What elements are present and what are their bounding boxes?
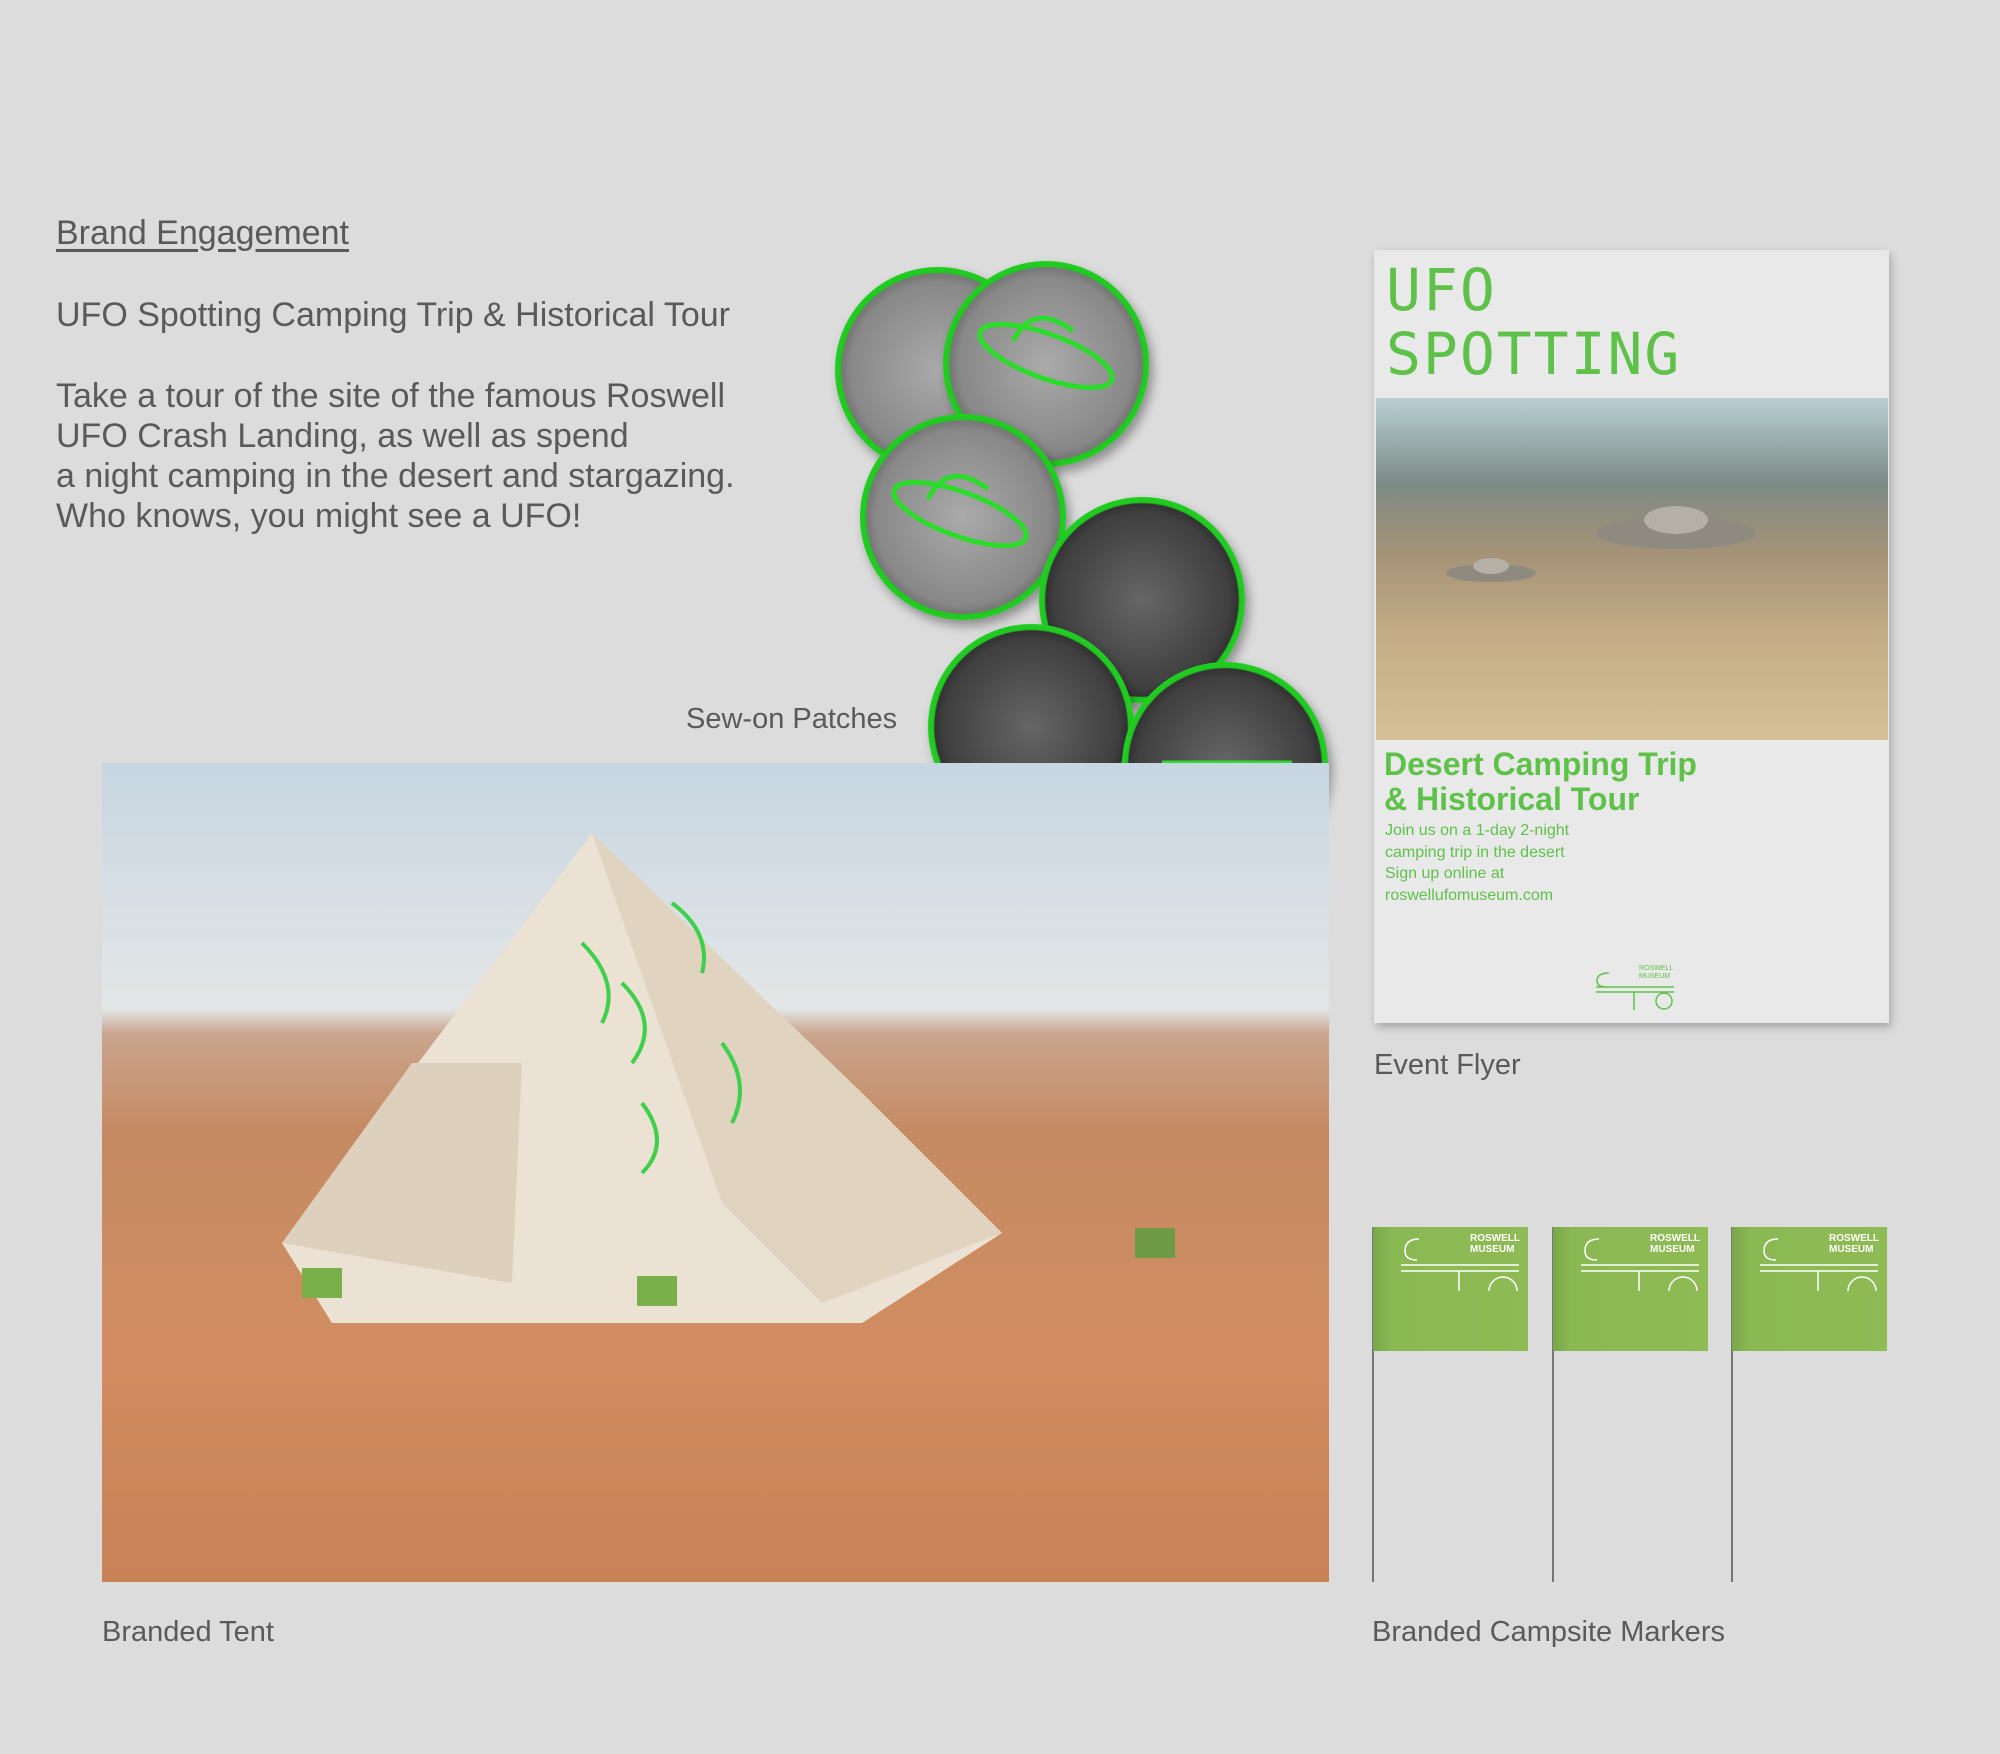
ufo-saucer-illustration xyxy=(1446,506,1756,582)
event-subtitle: UFO Spotting Camping Trip & Historical T… xyxy=(56,296,730,334)
tent-illustration xyxy=(282,833,1175,1323)
flyer-title: UFO SPOTTING xyxy=(1386,258,1681,386)
branded-tent-photo xyxy=(102,763,1329,1582)
logo-text-line: MUSEUM xyxy=(1470,1244,1515,1255)
tent-marker-flag xyxy=(1135,1228,1175,1258)
logo-text-line: ROSWELL xyxy=(1639,965,1674,972)
logo-text-line: MUSEUM xyxy=(1829,1244,1874,1255)
logo-text-line: MUSEUM xyxy=(1650,1244,1695,1255)
flyer-title-line: UFO xyxy=(1386,256,1497,324)
tent-marker-flag xyxy=(637,1276,677,1306)
flyer-headline: Desert Camping Trip & Historical Tour xyxy=(1384,747,1697,817)
description-line: a night camping in the desert and starga… xyxy=(56,457,735,495)
tent-marker-flag xyxy=(302,1268,342,1298)
flyer-url: roswellufomuseum.com xyxy=(1385,886,1554,904)
flyer-title-line: SPOTTING xyxy=(1386,320,1682,388)
flyer-headline-line: & Historical Tour xyxy=(1384,781,1640,817)
section-heading: Brand Engagement xyxy=(56,214,349,252)
tent-caption: Branded Tent xyxy=(102,1616,274,1648)
description-line: Who knows, you might see a UFO! xyxy=(56,497,582,535)
event-flyer: UFO SPOTTING Desert Camping Trip & Histo… xyxy=(1374,250,1889,1023)
logo-text-line: ROSWELL xyxy=(1470,1233,1520,1244)
flyer-headline-line: Desert Camping Trip xyxy=(1384,746,1697,782)
marker-logo-text: ROSWELL MUSEUM xyxy=(1650,1233,1700,1255)
marker-logo-text: ROSWELL MUSEUM xyxy=(1470,1233,1520,1255)
flyer-ufo-photo xyxy=(1376,398,1888,740)
ufo-icon xyxy=(891,473,1029,549)
flyer-body-line: Join us on a 1-day 2-night xyxy=(1385,822,1570,839)
campsite-marker-flag: ROSWELL MUSEUM xyxy=(1373,1227,1528,1351)
flyer-body-line: Sign up online at xyxy=(1385,865,1505,882)
logo-text-line: ROSWELL xyxy=(1650,1233,1700,1244)
logo-text: ROSWELL MUSEUM xyxy=(1639,965,1673,981)
description-line: UFO Crash Landing, as well as spend xyxy=(56,417,629,455)
roswell-museum-logo: ROSWELL MUSEUM xyxy=(1594,965,1674,1015)
description-line: Take a tour of the site of the famous Ro… xyxy=(56,377,726,415)
markers-caption: Branded Campsite Markers xyxy=(1372,1616,1725,1648)
event-description: Take a tour of the site of the famous Ro… xyxy=(56,376,816,536)
logo-text-line: MUSEUM xyxy=(1639,973,1671,980)
patches-caption: Sew-on Patches xyxy=(686,703,898,735)
flyer-body-line: camping trip in the desert xyxy=(1385,843,1565,861)
marker-logo-text: ROSWELL MUSEUM xyxy=(1829,1233,1879,1255)
flyer-body: Join us on a 1-day 2-night camping trip … xyxy=(1385,820,1569,906)
logo-text-line: ROSWELL xyxy=(1829,1233,1879,1244)
campsite-marker-flag: ROSWELL MUSEUM xyxy=(1553,1227,1708,1351)
flyer-caption: Event Flyer xyxy=(1374,1049,1521,1081)
ufo-patch xyxy=(860,414,1066,620)
campsite-marker-flag: ROSWELL MUSEUM xyxy=(1732,1227,1887,1351)
